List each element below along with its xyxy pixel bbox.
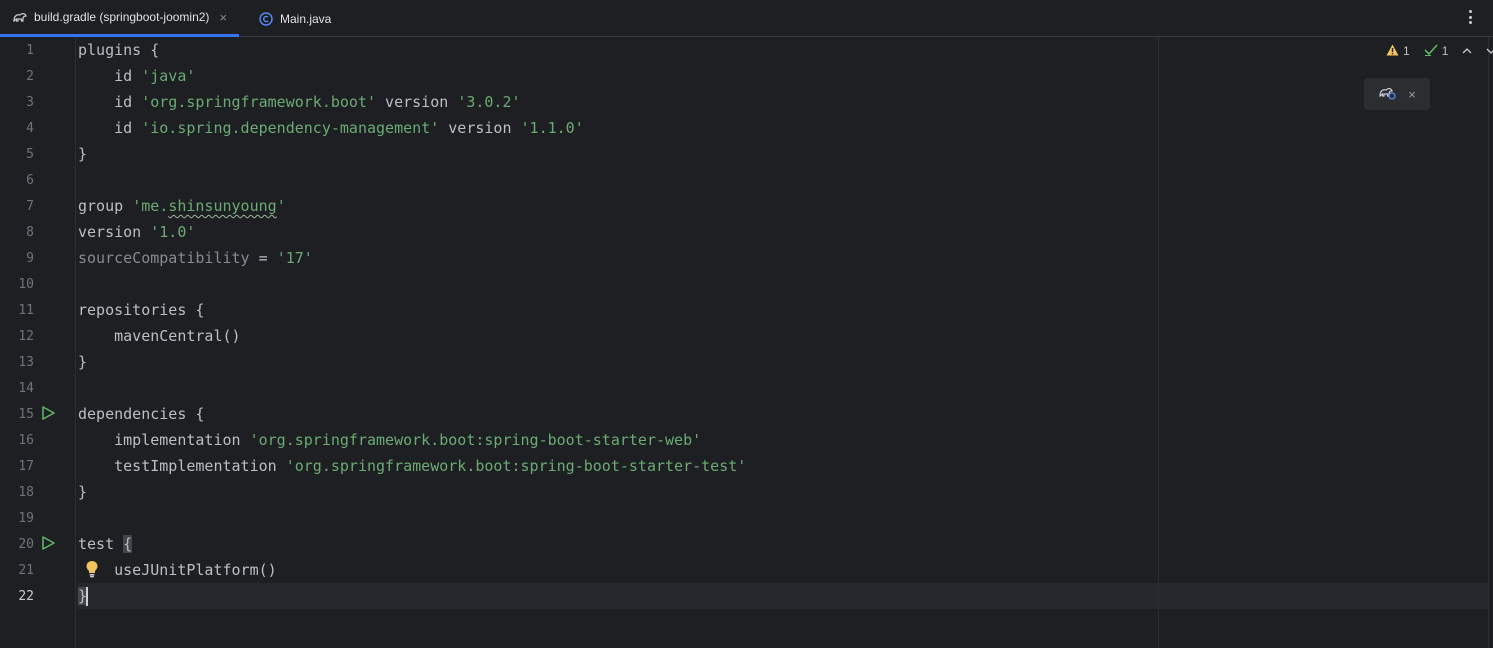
line-number: 4	[26, 121, 34, 136]
code-editor[interactable]: plugins { id 'java' id 'org.springframew…	[77, 37, 1489, 648]
code-line: testImplementation 'org.springframework.…	[78, 457, 747, 475]
tab-build-gradle[interactable]: build.gradle (springboot-joomin2) ×	[0, 0, 240, 37]
check-icon	[1424, 43, 1438, 59]
code-line: id 'org.springframework.boot' version '3…	[78, 93, 521, 111]
matched-brace: {	[123, 535, 133, 553]
code-line: plugins {	[78, 41, 160, 59]
tab-close-icon[interactable]: ×	[219, 10, 227, 25]
code-line: mavenCentral()	[78, 327, 241, 345]
right-margin-guide	[1158, 37, 1159, 648]
java-class-icon	[258, 11, 274, 27]
current-line-highlight	[77, 583, 1489, 609]
line-number: 18	[18, 485, 34, 500]
code-line: repositories {	[78, 301, 205, 319]
code-line: }	[78, 353, 88, 371]
gradle-reload-icon[interactable]	[1378, 84, 1396, 104]
code-line: }	[78, 145, 88, 163]
editor-tab-bar: build.gradle (springboot-joomin2) × Main…	[0, 0, 1493, 37]
warning-count: 1	[1403, 44, 1410, 58]
line-number: 5	[26, 147, 34, 162]
line-number: 13	[18, 355, 34, 370]
code-line: dependencies {	[78, 405, 205, 423]
text-caret	[86, 587, 89, 606]
code-line: }	[78, 583, 89, 609]
line-number: 12	[18, 329, 34, 344]
line-number: 17	[18, 459, 34, 474]
chevron-up-icon[interactable]	[1462, 44, 1472, 58]
inspection-widget[interactable]: 1 1	[1386, 42, 1493, 60]
code-line: test {	[78, 535, 133, 553]
line-number: 8	[26, 225, 34, 240]
line-number: 3	[26, 95, 34, 110]
code-line: }	[78, 483, 88, 501]
line-number: 14	[18, 381, 34, 396]
gradle-reload-toolbar: ×	[1364, 78, 1430, 110]
close-icon[interactable]: ×	[1408, 87, 1416, 102]
tab-main-java[interactable]: Main.java	[258, 0, 331, 37]
line-number-gutter: 1 2 3 4 5 6 7 8 9 10 11 12 13 14 15 16 1…	[0, 37, 76, 648]
code-line: id 'io.spring.dependency-management' ver…	[78, 119, 584, 137]
chevron-down-icon[interactable]	[1486, 44, 1493, 58]
line-number: 16	[18, 433, 34, 448]
tab-label: build.gradle (springboot-joomin2)	[34, 10, 210, 24]
line-number: 11	[18, 303, 34, 318]
code-line: version '1.0'	[78, 223, 196, 241]
run-test-icon[interactable]	[40, 535, 56, 551]
line-number: 7	[26, 199, 34, 214]
line-number: 6	[26, 173, 34, 188]
vertical-scrollbar-track[interactable]	[1488, 37, 1489, 648]
intention-bulb-icon[interactable]	[85, 560, 99, 578]
line-number: 22	[18, 589, 34, 604]
line-number: 21	[18, 563, 34, 578]
run-dependencies-icon[interactable]	[40, 405, 56, 421]
ok-count: 1	[1441, 44, 1449, 58]
line-number: 15	[18, 407, 34, 422]
code-line: sourceCompatibility = '17'	[78, 249, 313, 267]
line-number: 1	[26, 43, 34, 58]
more-options-icon[interactable]	[1465, 8, 1475, 26]
warning-icon	[1386, 44, 1399, 59]
line-number: 2	[26, 69, 34, 84]
line-number: 20	[18, 537, 34, 552]
tab-label: Main.java	[280, 11, 332, 26]
typo-warning: shinsunyoung	[168, 197, 277, 215]
code-line: implementation 'org.springframework.boot…	[78, 431, 702, 449]
line-number: 9	[26, 251, 34, 266]
line-number: 19	[18, 511, 34, 526]
gradle-elephant-icon	[12, 9, 28, 25]
line-number: 10	[18, 277, 34, 292]
code-line: id 'java'	[78, 67, 196, 85]
code-line: useJUnitPlatform()	[78, 561, 277, 579]
code-line: group 'me.shinsunyoung'	[78, 197, 286, 215]
